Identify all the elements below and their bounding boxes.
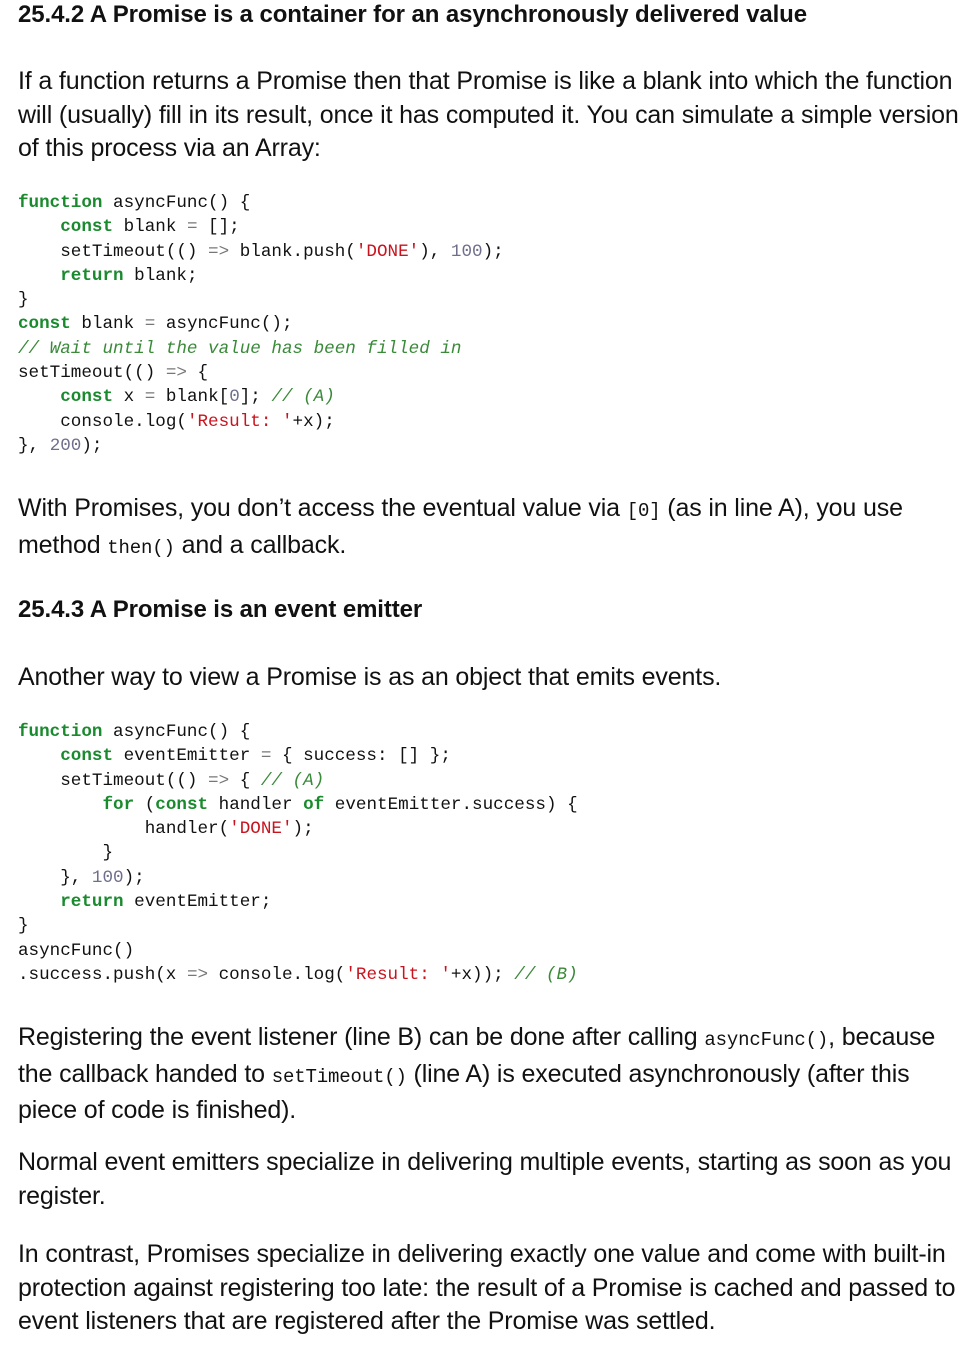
code-line: setTimeout(() => blank.push('DONE'), 100… bbox=[60, 241, 504, 262]
inline-code: asyncFunc() bbox=[704, 1029, 829, 1051]
code-line: }, 200); bbox=[18, 435, 103, 456]
code-line: handler('DONE'); bbox=[144, 819, 314, 840]
code-line: asyncFunc() bbox=[18, 940, 135, 961]
promises-contrast-paragraph: In contrast, Promises specialize in deli… bbox=[18, 1240, 956, 1335]
normal-event-emitters-paragraph: Normal event emitters specialize in deli… bbox=[18, 1148, 952, 1210]
code-line: setTimeout(() => { bbox=[18, 363, 209, 384]
code-line: } bbox=[18, 916, 29, 937]
section-heading-event-emitter: 25.4.3 A Promise is an event emitter bbox=[18, 596, 423, 623]
code-block-event-emitter: function asyncFunc() { const eventEmitte… bbox=[18, 720, 578, 987]
code-line: .success.push(x => console.log('Result: … bbox=[18, 964, 578, 985]
code-line: } bbox=[18, 290, 29, 311]
code-line: const blank = asyncFunc(); bbox=[18, 314, 293, 335]
code-line: }, 100); bbox=[60, 867, 145, 888]
inline-code: setTimeout() bbox=[271, 1065, 407, 1088]
code-block-array-simulation: function asyncFunc() { const blank = [];… bbox=[18, 191, 504, 458]
inline-code: then() bbox=[107, 536, 175, 559]
code-line: } bbox=[102, 843, 114, 864]
code-line: return blank; bbox=[60, 265, 198, 286]
registering-listener-paragraph: Registering the event listener (line B) … bbox=[18, 1023, 936, 1124]
code-line: function asyncFunc() { bbox=[18, 722, 251, 742]
section-heading-container: 25.4.2 A Promise is a container for an a… bbox=[18, 1, 807, 28]
code-line: for (const handler of eventEmitter.succe… bbox=[102, 794, 578, 815]
code-line: console.log('Result: '+x); bbox=[60, 411, 335, 432]
code-line: function asyncFunc() { bbox=[18, 193, 251, 213]
intro-paragraph-container: If a function returns a Promise then tha… bbox=[18, 67, 959, 162]
code-line: return eventEmitter; bbox=[60, 892, 272, 913]
code-line: const blank = []; bbox=[60, 217, 240, 238]
code-line: setTimeout(() => { // (A) bbox=[60, 770, 325, 791]
inline-code: [0] bbox=[626, 500, 661, 522]
code-line: const eventEmitter = { success: [] }; bbox=[60, 746, 451, 767]
event-emitter-intro-paragraph: Another way to view a Promise is as an o… bbox=[18, 663, 722, 691]
code-line: const x = blank[0]; // (A) bbox=[60, 387, 335, 408]
then-method-paragraph: With Promises, you don’t access the even… bbox=[18, 494, 903, 559]
code-comment: // Wait until the value has been filled … bbox=[18, 338, 462, 359]
